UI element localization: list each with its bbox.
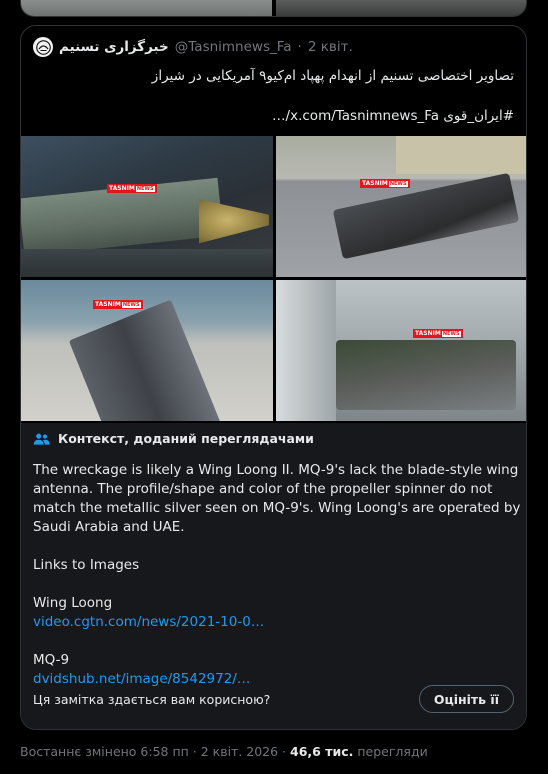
note-link-group: Wing Loong video.cgtn.com/news/2021-10-0… <box>33 594 521 632</box>
community-note-body: The wreckage is likely a Wing Loong II. … <box>33 461 521 689</box>
community-note-header: Контекст, доданий переглядачами <box>33 431 314 446</box>
note-link-label: Wing Loong <box>33 595 113 611</box>
note-links-heading: Links to Images <box>33 557 140 573</box>
separator-dot: · <box>297 39 302 55</box>
tasnim-watermark: TASNIM NEWS <box>360 179 410 188</box>
views-count: 46,6 тис. <box>290 744 354 759</box>
quoted-post-card[interactable]: خبرگزاری تسنیم @Tasnimnews_Fa · 2 квіт. … <box>20 25 527 730</box>
post-text-spacer <box>34 86 514 106</box>
previous-post-image-2[interactable] <box>275 0 526 16</box>
previous-post-media[interactable] <box>20 0 527 17</box>
post-metadata: Востаннє змінено 6:58 пп · 2 квіт. 2026 … <box>20 744 428 759</box>
previous-post-image-1[interactable] <box>21 0 272 16</box>
community-note-title: Контекст, доданий переглядачами <box>58 431 314 446</box>
views-label: перегляди <box>357 744 428 759</box>
tasnim-watermark: TASNIM NEWS <box>93 300 143 309</box>
post-date[interactable]: 2 квіт. <box>308 39 353 55</box>
note-paragraph: The wreckage is likely a Wing Loong II. … <box>33 462 521 535</box>
post-text-line: تصاویر اختصاصی تسنیم از انهدام پهپاد ام‌… <box>151 68 514 84</box>
photo-1[interactable]: TASNIM NEWS <box>21 136 273 277</box>
photo-3[interactable]: TASNIM NEWS <box>21 280 273 421</box>
tasnim-watermark: TASNIM NEWS <box>107 184 157 193</box>
quoted-post-header: خبرگزاری تسنیم @Tasnimnews_Fa · 2 квіт. <box>33 36 353 58</box>
quoted-post-text: تصاویر اختصاصی تسنیم از انهدام پهپاد ام‌… <box>34 66 514 126</box>
helpful-question: Ця замітка здається вам корисною? <box>33 692 271 707</box>
community-note: Контекст, доданий переглядачами The wrec… <box>21 423 526 729</box>
avatar[interactable] <box>33 37 53 57</box>
photo-4[interactable]: TASNIM NEWS <box>276 280 526 421</box>
account-handle[interactable]: @Tasnimnews_Fa <box>175 39 292 55</box>
edited-timestamp[interactable]: Востаннє змінено 6:58 пп · 2 квіт. 2026 … <box>20 744 286 759</box>
post-hashtag-link-line[interactable]: #ایران_قوی x.com/Tasnimnews_Fa/… <box>34 106 514 126</box>
tasnim-logo-icon <box>35 39 51 55</box>
photo-2[interactable]: TASNIM NEWS <box>276 136 526 277</box>
note-link-group: MQ-9 dvidshub.net/image/8542972/… <box>33 651 521 689</box>
rate-note-button[interactable]: Оцініть її <box>418 685 514 713</box>
wing-loong-link[interactable]: video.cgtn.com/news/2021-10-0… <box>33 613 521 632</box>
tasnim-watermark: TASNIM NEWS <box>413 329 463 338</box>
people-icon <box>33 433 50 445</box>
note-link-label: MQ-9 <box>33 652 70 668</box>
account-name[interactable]: خبرگزاری تسنیم <box>59 39 169 55</box>
photo-grid: TASNIM NEWS TASNIM NEWS TASNIM NEWS TASNIM N… <box>21 136 526 422</box>
